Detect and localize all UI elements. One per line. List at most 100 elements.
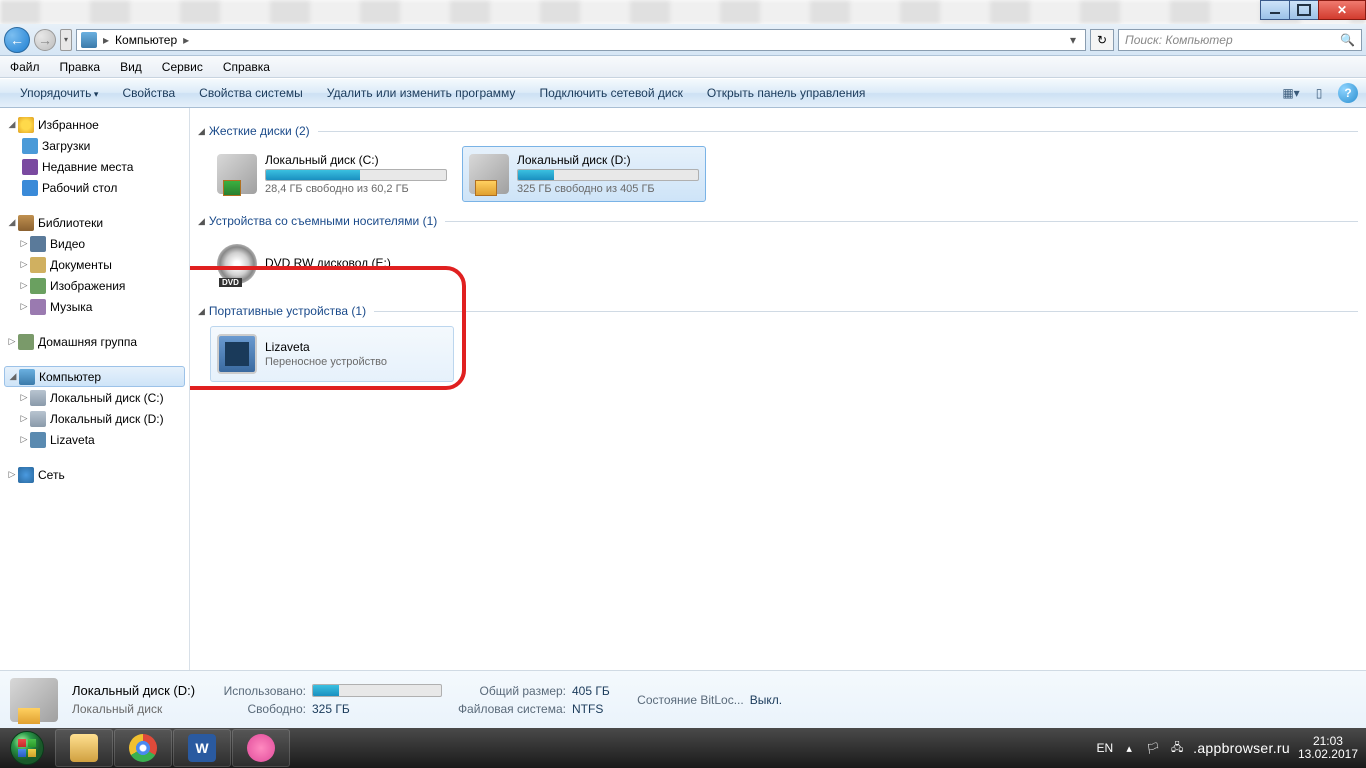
flag-icon[interactable]: 🏳 xyxy=(1145,740,1161,756)
dvd-icon xyxy=(217,244,257,284)
system-tray: EN ▴ 🏳 🖧 .appbrowser.ru 21:03 13.02.2017 xyxy=(1096,735,1366,761)
close-button[interactable] xyxy=(1318,0,1366,20)
breadcrumb-arrow-icon[interactable]: ▸ xyxy=(101,33,111,47)
homegroup-icon xyxy=(18,334,34,350)
sidebar-videos[interactable]: ▷Видео xyxy=(0,233,189,254)
map-drive-button[interactable]: Подключить сетевой диск xyxy=(527,82,694,104)
hdd-icon xyxy=(469,154,509,194)
libraries-icon xyxy=(18,215,34,231)
video-icon xyxy=(30,236,46,252)
drive-d-tile[interactable]: Локальный диск (D:) 325 ГБ свободно из 4… xyxy=(462,146,706,202)
recent-icon xyxy=(22,159,38,175)
language-indicator[interactable]: EN xyxy=(1096,741,1113,755)
drive-icon xyxy=(30,390,46,406)
system-properties-button[interactable]: Свойства системы xyxy=(187,82,315,104)
refresh-button[interactable]: ↻ xyxy=(1090,29,1114,51)
window-controls xyxy=(1261,0,1366,22)
dvd-drive-tile[interactable]: DVD RW дисковод (E:) xyxy=(210,236,454,292)
star-icon xyxy=(18,117,34,133)
address-bar[interactable]: ▸ Компьютер ▸ ▾ xyxy=(76,29,1086,51)
hdd-icon xyxy=(217,154,257,194)
sidebar-music[interactable]: ▷Музыка xyxy=(0,296,189,317)
help-button[interactable]: ? xyxy=(1338,83,1358,103)
desktop-icon xyxy=(22,180,38,196)
network-icon xyxy=(18,467,34,483)
menu-edit[interactable]: Правка xyxy=(50,57,111,77)
control-panel-button[interactable]: Открыть панель управления xyxy=(695,82,878,104)
hdd-group-header[interactable]: ◢ Жесткие диски (2) xyxy=(198,124,1358,138)
task-chrome[interactable] xyxy=(114,729,172,767)
portable-group-header[interactable]: ◢ Портативные устройства (1) xyxy=(198,304,1358,318)
network-item[interactable]: ▷Сеть xyxy=(0,464,189,485)
organize-button[interactable]: Упорядочить xyxy=(8,82,110,104)
menu-tools[interactable]: Сервис xyxy=(152,57,213,77)
windows-logo-icon xyxy=(10,731,44,765)
navigation-bar: ← → ▾ ▸ Компьютер ▸ ▾ ↻ Поиск: Компьютер… xyxy=(0,24,1366,56)
details-capacity-bar xyxy=(312,684,442,697)
search-placeholder: Поиск: Компьютер xyxy=(1125,33,1233,47)
background-blur xyxy=(0,0,1366,24)
menu-bar: Файл Правка Вид Сервис Справка xyxy=(0,56,1366,78)
drive-icon xyxy=(30,411,46,427)
portable-icon xyxy=(30,432,46,448)
task-explorer[interactable] xyxy=(55,729,113,767)
search-input[interactable]: Поиск: Компьютер 🔍 xyxy=(1118,29,1362,51)
computer-icon xyxy=(19,369,35,385)
uninstall-button[interactable]: Удалить или изменить программу xyxy=(315,82,528,104)
task-word[interactable]: W xyxy=(173,729,231,767)
capacity-bar xyxy=(265,169,447,181)
forward-button[interactable]: → xyxy=(34,29,56,51)
sidebar-drive-d[interactable]: ▷Локальный диск (D:) xyxy=(0,408,189,429)
history-dropdown[interactable]: ▾ xyxy=(60,29,72,51)
details-drive-icon xyxy=(10,678,58,722)
homegroup-item[interactable]: ▷Домашняя группа xyxy=(0,331,189,352)
clock[interactable]: 21:03 13.02.2017 xyxy=(1298,735,1358,761)
taskbar: W EN ▴ 🏳 🖧 .appbrowser.ru 21:03 13.02.20… xyxy=(0,728,1366,768)
search-icon[interactable]: 🔍 xyxy=(1340,33,1355,47)
content-pane: ◢ Жесткие диски (2) Локальный диск (C:) … xyxy=(190,108,1366,670)
properties-button[interactable]: Свойства xyxy=(110,82,187,104)
capacity-bar xyxy=(517,169,699,181)
removable-group-header[interactable]: ◢ Устройства со съемными носителями (1) xyxy=(198,214,1358,228)
details-pane: Локальный диск (D:) Локальный диск Испол… xyxy=(0,670,1366,728)
start-button[interactable] xyxy=(0,728,54,768)
favorites-group[interactable]: ◢Избранное xyxy=(0,114,189,135)
navigation-pane: ◢Избранное Загрузки Недавние места Рабоч… xyxy=(0,108,190,670)
network-tray-icon[interactable]: 🖧 xyxy=(1169,740,1185,756)
menu-file[interactable]: Файл xyxy=(0,57,50,77)
view-mode-button[interactable]: ▦▾ xyxy=(1278,82,1304,104)
address-dropdown-icon[interactable]: ▾ xyxy=(1065,33,1081,47)
sidebar-downloads[interactable]: Загрузки xyxy=(0,135,189,156)
preview-pane-button[interactable]: ▯ xyxy=(1306,82,1332,104)
chrome-icon xyxy=(129,734,157,762)
maximize-button[interactable] xyxy=(1289,0,1319,20)
minimize-button[interactable] xyxy=(1260,0,1290,20)
lizaveta-tile[interactable]: Lizaveta Переносное устройство xyxy=(210,326,454,382)
sidebar-recent[interactable]: Недавние места xyxy=(0,156,189,177)
sidebar-lizaveta[interactable]: ▷Lizaveta xyxy=(0,429,189,450)
libraries-group[interactable]: ◢Библиотеки xyxy=(0,212,189,233)
portable-device-icon xyxy=(217,334,257,374)
command-bar: Упорядочить Свойства Свойства системы Уд… xyxy=(0,78,1366,108)
documents-icon xyxy=(30,257,46,273)
menu-view[interactable]: Вид xyxy=(110,57,152,77)
menu-help[interactable]: Справка xyxy=(213,57,280,77)
drive-c-tile[interactable]: Локальный диск (C:) 28,4 ГБ свободно из … xyxy=(210,146,454,202)
sidebar-drive-c[interactable]: ▷Локальный диск (C:) xyxy=(0,387,189,408)
task-itunes[interactable] xyxy=(232,729,290,767)
computer-item[interactable]: ◢Компьютер xyxy=(4,366,185,387)
sidebar-documents[interactable]: ▷Документы xyxy=(0,254,189,275)
word-icon: W xyxy=(188,734,216,762)
watermark-text: .appbrowser.ru xyxy=(1193,740,1290,756)
computer-icon xyxy=(81,32,97,48)
itunes-icon xyxy=(247,734,275,762)
tray-chevron-icon[interactable]: ▴ xyxy=(1121,740,1137,756)
downloads-icon xyxy=(22,138,38,154)
back-button[interactable]: ← xyxy=(4,27,30,53)
sidebar-desktop[interactable]: Рабочий стол xyxy=(0,177,189,198)
breadcrumb-computer[interactable]: Компьютер xyxy=(111,31,181,49)
sidebar-pictures[interactable]: ▷Изображения xyxy=(0,275,189,296)
pictures-icon xyxy=(30,278,46,294)
breadcrumb-arrow-icon[interactable]: ▸ xyxy=(181,33,191,47)
music-icon xyxy=(30,299,46,315)
